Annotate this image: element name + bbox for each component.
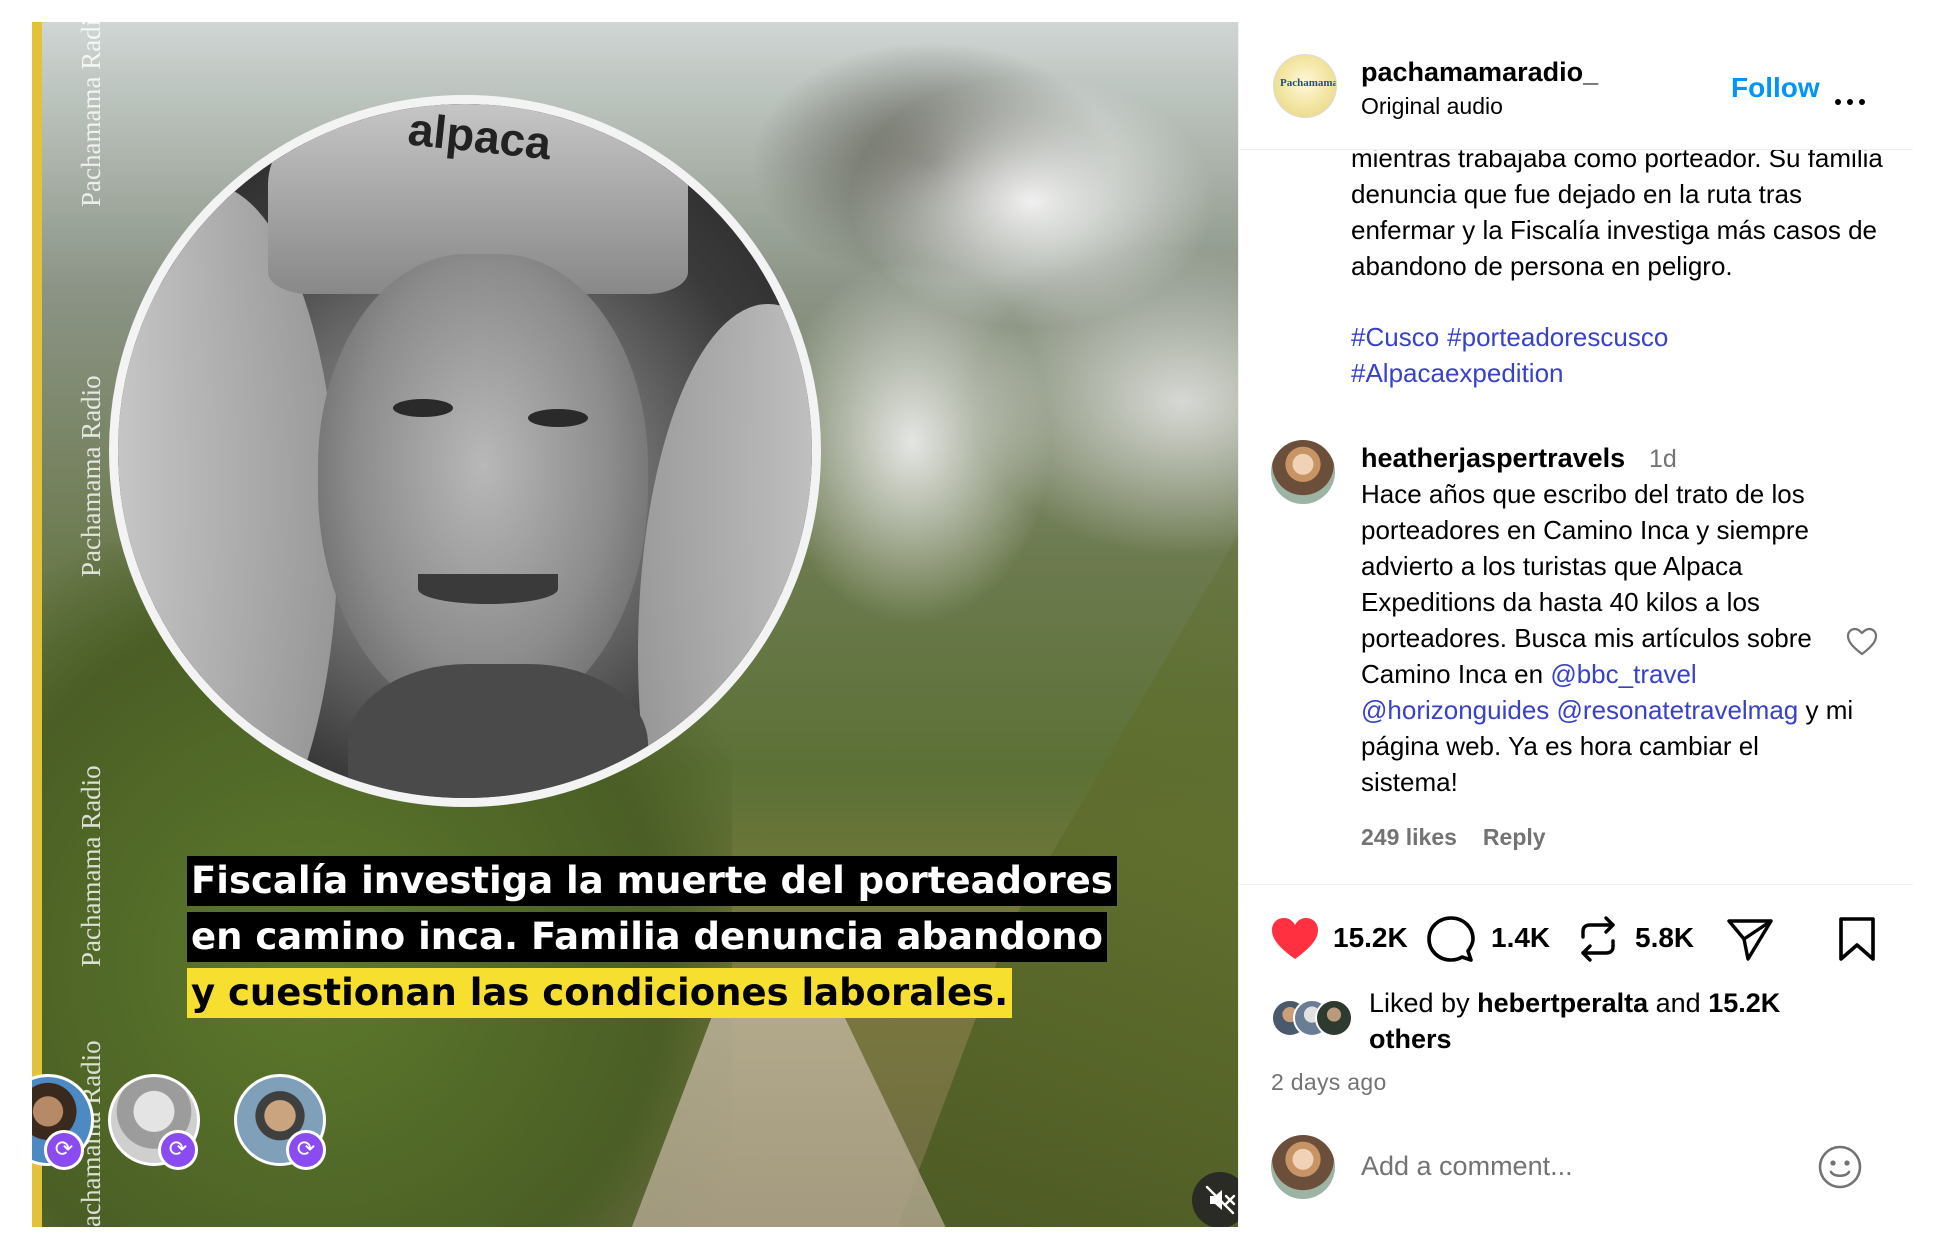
more-options-icon[interactable]: [1835, 92, 1871, 105]
account-avatar[interactable]: Pachamama: [1273, 54, 1337, 118]
speaker-muted-icon: [1205, 1185, 1236, 1215]
repost-icon[interactable]: [1577, 915, 1619, 963]
hashtag-link[interactable]: #Alpacaexpedition: [1351, 358, 1564, 388]
remix-icon: ⟳: [286, 1130, 326, 1170]
hashtag-link[interactable]: #Cusco: [1351, 322, 1439, 352]
hashtag-link[interactable]: #porteadorescusco: [1447, 322, 1668, 352]
comment-likes[interactable]: 249 likes: [1361, 824, 1457, 850]
remix-icon: ⟳: [158, 1130, 198, 1170]
porter-portrait: alpaca: [109, 95, 821, 807]
mention-link[interactable]: @bbc_travel: [1550, 659, 1696, 689]
add-comment-input[interactable]: [1361, 1146, 1801, 1186]
account-username[interactable]: pachamamaradio_: [1361, 57, 1598, 88]
save-bookmark-icon[interactable]: [1835, 915, 1879, 963]
comment-like-heart-icon[interactable]: [1845, 625, 1879, 659]
follow-button[interactable]: Follow: [1731, 72, 1820, 104]
remix-icon: ⟳: [44, 1130, 84, 1170]
comment-text-part: Hace años que escribo del trato de los p…: [1361, 479, 1812, 689]
repost-count[interactable]: 5.8K: [1635, 922, 1694, 954]
accent-stripe: [32, 22, 42, 1227]
hood-right: [638, 304, 812, 798]
like-heart-icon[interactable]: [1269, 915, 1321, 963]
jacket-collar: [348, 664, 648, 798]
post-caption-text: mientras trabajaba como porteador. Su fa…: [1351, 143, 1883, 281]
comment-count[interactable]: 1.4K: [1491, 922, 1550, 954]
liked-and: and: [1648, 988, 1709, 1018]
comment-text: Hace años que escribo del trato de los p…: [1361, 476, 1861, 800]
hashtag-list: #Cusco #porteadorescusco #Alpacaexpeditio…: [1351, 319, 1891, 391]
liked-by-avatars[interactable]: [1271, 999, 1355, 1039]
reply-button[interactable]: Reply: [1483, 824, 1546, 850]
liked-prefix: Liked by: [1369, 988, 1478, 1018]
caption-line: en camino inca. Familia denuncia abandon…: [187, 912, 1107, 962]
post-panel: mientras trabajaba como porteador. Su fa…: [1238, 22, 1913, 1227]
hillside-right: [892, 442, 1238, 1227]
like-count[interactable]: 15.2K: [1333, 922, 1408, 954]
eye: [393, 399, 453, 417]
post-header: Pachamama pachamamaradio_ Original audio…: [1239, 22, 1913, 150]
commenter-avatar[interactable]: [1271, 440, 1335, 504]
avatar: [1315, 999, 1353, 1037]
face: [318, 254, 648, 724]
mouth: [418, 574, 558, 604]
liked-by-text: Liked by hebertperalta and 15.2K others: [1369, 985, 1839, 1057]
watermark-text: Pachamama Radio: [76, 22, 106, 207]
commenter-username[interactable]: heatherjaspertravels: [1361, 443, 1625, 474]
caption-line-highlight: y cuestionan las condiciones laborales.: [187, 968, 1013, 1018]
mention-link[interactable]: @resonatetravelmag: [1557, 695, 1799, 725]
eye: [528, 409, 588, 427]
mention-link[interactable]: @horizonguides: [1361, 695, 1549, 725]
current-user-avatar: [1271, 1135, 1335, 1199]
watermark-text: Pachamama Radio: [76, 375, 106, 577]
comment-meta: 249 likes Reply: [1361, 824, 1546, 851]
post-timestamp[interactable]: 2 days ago: [1271, 1069, 1387, 1096]
emoji-icon[interactable]: [1817, 1144, 1863, 1190]
video-caption: Fiscalía investiga la muerte del portead…: [187, 856, 1117, 1024]
audio-label[interactable]: Original audio: [1361, 93, 1503, 120]
share-send-icon[interactable]: [1725, 915, 1775, 963]
watermark-text: Pachamama Radio: [76, 765, 106, 967]
caption-line: Fiscalía investiga la muerte del portead…: [187, 856, 1117, 906]
comment-time[interactable]: 1d: [1649, 445, 1677, 474]
mute-button[interactable]: [1192, 1172, 1238, 1227]
post-media[interactable]: Pachamama Radio Pachamama Radio Pachamam…: [32, 22, 1238, 1227]
comment-bubble-icon[interactable]: [1427, 915, 1475, 963]
logo-text: Pachamama: [1280, 77, 1337, 89]
liked-user-link[interactable]: hebertperalta: [1477, 988, 1648, 1018]
add-comment-bar: [1239, 1102, 1913, 1227]
